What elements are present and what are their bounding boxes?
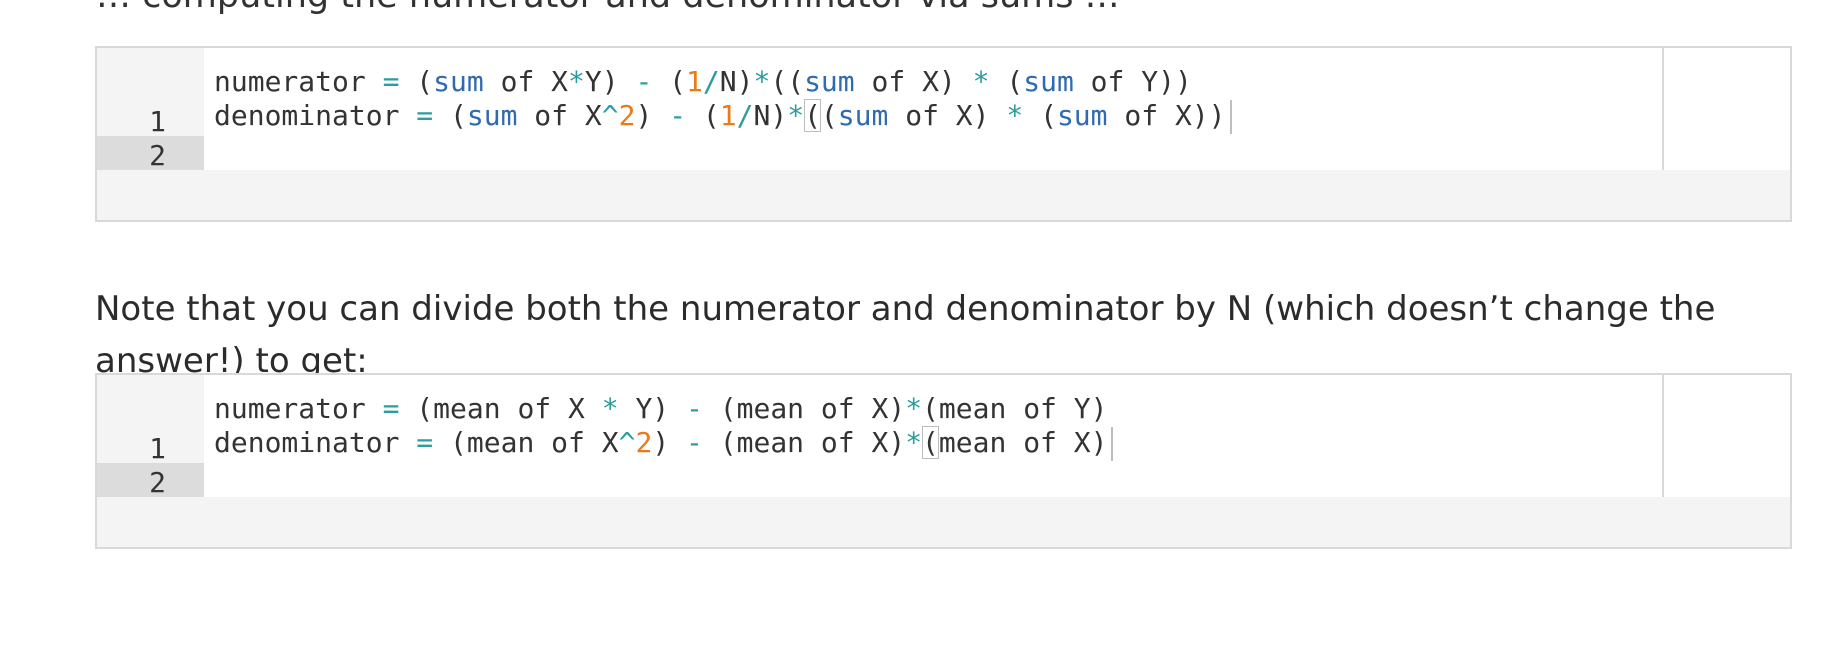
editor-footer-bar [97, 170, 1790, 220]
keyword-token: sum [804, 65, 855, 98]
clipped-heading-text: … computing the numerator and denominato… [96, 0, 1120, 16]
text-token: denominator [214, 99, 417, 132]
code-line-text[interactable]: denominator = (mean of X^2) - (mean of X… [214, 423, 1114, 463]
text-token: (mean of Y) [922, 392, 1108, 425]
operator-token: / [736, 99, 754, 132]
operator-token: * [787, 99, 805, 132]
keyword-token: sum [1056, 99, 1108, 132]
matched-bracket: ( [804, 99, 821, 132]
text-token: of X) [888, 99, 1007, 132]
text-token: Y) [618, 392, 687, 425]
keyword-token: sum [433, 65, 484, 98]
text-token: numerator [214, 65, 383, 98]
operator-token: - [686, 392, 703, 425]
editor-side-panel [1662, 48, 1790, 170]
text-token: N) [753, 99, 788, 132]
operator-token: = [416, 99, 434, 132]
operator-token: = [416, 426, 434, 459]
code-line-text[interactable]: denominator = (sum of X^2) - (1/N)*((sum… [214, 96, 1232, 136]
text-token: Y) [584, 65, 636, 98]
text-cursor [1229, 100, 1232, 134]
operator-token: * [753, 65, 771, 98]
text-token: (mean of X) [702, 392, 906, 425]
operator-token: - [669, 99, 687, 132]
text-token: (mean of X [399, 392, 602, 425]
text-token: of X)) [1107, 99, 1226, 132]
operator-token: = [382, 65, 400, 98]
code-area[interactable]: 1 numerator = (sum of X*Y) - (1/N)*((sum… [97, 48, 1790, 176]
number-token: 2 [618, 99, 636, 132]
text-token: (mean of X [433, 426, 619, 459]
text-token: numerator [214, 392, 383, 425]
number-token: 1 [719, 99, 737, 132]
operator-token: * [601, 392, 619, 425]
code-editor-1[interactable]: 1 numerator = (sum of X*Y) - (1/N)*((sum… [95, 46, 1792, 222]
text-token: (( [770, 65, 805, 98]
editor-side-panel [1662, 375, 1790, 497]
number-token: 1 [686, 65, 703, 98]
code-line-active[interactable]: 2 denominator = (sum of X^2) - (1/N)*((s… [97, 96, 1666, 176]
operator-token: * [568, 65, 585, 98]
operator-token: ^ [601, 99, 619, 132]
text-token: of X [483, 65, 569, 98]
text-token: ( [820, 99, 838, 132]
keyword-token: sum [466, 99, 518, 132]
editor-footer-bar [97, 497, 1790, 547]
text-token: ( [652, 65, 687, 98]
text-token: ) [652, 426, 687, 459]
text-token: ( [1023, 99, 1057, 132]
keyword-token: sum [1023, 65, 1074, 98]
text-token: N) [719, 65, 754, 98]
operator-token: - [635, 65, 653, 98]
keyword-token: sum [837, 99, 889, 132]
text-token: denominator [214, 426, 417, 459]
text-token: ( [686, 99, 720, 132]
code-line-active[interactable]: 2 denominator = (mean of X^2) - (mean of… [97, 423, 1666, 503]
text-token: (mean of X) [702, 426, 906, 459]
operator-token: * [972, 65, 990, 98]
operator-token: * [905, 392, 923, 425]
matched-bracket: ( [922, 426, 939, 459]
text-token: of Y)) [1073, 65, 1192, 98]
text-token: ( [989, 65, 1024, 98]
operator-token: = [382, 392, 400, 425]
code-area[interactable]: 1 numerator = (mean of X * Y) - (mean of… [97, 375, 1790, 503]
text-token: of X [517, 99, 602, 132]
number-token: 2 [635, 426, 653, 459]
text-token: ( [399, 65, 434, 98]
operator-token: * [1006, 99, 1024, 132]
text-token: mean of X) [938, 426, 1108, 459]
text-token: ) [635, 99, 670, 132]
text-token: of X) [854, 65, 973, 98]
paragraph-text: Note that you can divide both the numera… [95, 289, 1716, 381]
text-cursor [1111, 427, 1114, 461]
text-token: ( [433, 99, 467, 132]
operator-token: / [702, 65, 720, 98]
operator-token: * [905, 426, 923, 459]
code-editor-2[interactable]: 1 numerator = (mean of X * Y) - (mean of… [95, 373, 1792, 549]
operator-token: ^ [618, 426, 636, 459]
operator-token: - [686, 426, 703, 459]
